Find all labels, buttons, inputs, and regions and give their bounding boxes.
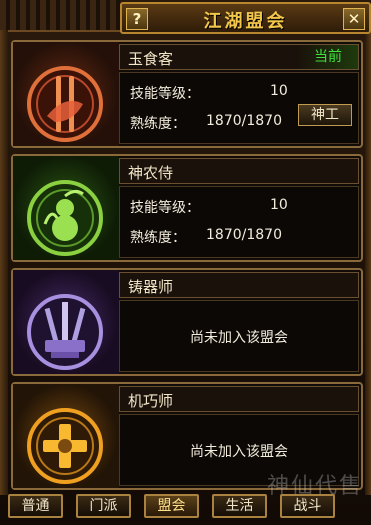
- guild-info-box: 技能等级： 10 熟练度： 1870/1870 神工: [119, 72, 359, 144]
- guild-name: 铸器师: [128, 278, 174, 296]
- right-border: [365, 30, 371, 495]
- guild-name-bar: 玉食客 当前: [119, 44, 359, 70]
- skill-level-row: 技能等级： 10: [130, 83, 288, 103]
- guild-info-box: 技能等级： 10 熟练度： 1870/1870: [119, 186, 359, 258]
- proficiency-value: 1870/1870: [206, 113, 282, 129]
- shengong-button[interactable]: 神工: [298, 104, 352, 126]
- skill-level-row: 技能等级： 10: [130, 197, 288, 217]
- proficiency-value: 1870/1870: [206, 227, 282, 243]
- tab-normal[interactable]: 普通: [8, 494, 63, 518]
- guild-panel-smith[interactable]: 铸器师 尚未加入该盟会: [11, 268, 363, 376]
- close-button[interactable]: ✕: [343, 8, 365, 30]
- forge-weapons-emblem-icon: [27, 294, 103, 370]
- proficiency-row: 熟练度： 1870/1870: [130, 227, 282, 247]
- skill-level-label: 技能等级：: [130, 200, 200, 216]
- guild-panel-herbalist[interactable]: 神农侍 技能等级： 10 熟练度： 1870/1870: [11, 154, 363, 262]
- herb-gourd-emblem-icon: [27, 180, 103, 256]
- tab-life[interactable]: 生活: [212, 494, 267, 518]
- guild-name: 机巧师: [128, 392, 174, 410]
- guild-info-box: 尚未加入该盟会: [119, 300, 359, 372]
- guild-name-bar: 机巧师: [119, 386, 359, 412]
- tab-battle[interactable]: 战斗: [280, 494, 335, 518]
- skill-level-label: 技能等级：: [130, 86, 200, 102]
- emblem-area: [13, 42, 119, 146]
- guild-name: 神农侍: [128, 164, 174, 182]
- left-border: [0, 30, 8, 495]
- tab-sect[interactable]: 门派: [76, 494, 131, 518]
- proficiency-row: 熟练度： 1870/1870: [130, 113, 282, 133]
- guild-panel-chef[interactable]: 玉食客 当前 技能等级： 10 熟练度： 1870/1870 神工: [11, 40, 363, 148]
- proficiency-label: 熟练度：: [130, 116, 186, 132]
- guild-name: 玉食客: [128, 50, 174, 68]
- proficiency-label: 熟练度：: [130, 230, 186, 246]
- help-button[interactable]: ?: [126, 8, 148, 30]
- tab-guild[interactable]: 盟会: [144, 494, 199, 518]
- current-status-badge: 当前: [298, 45, 358, 69]
- bottom-tab-bar: 普通 门派 盟会 生活 战斗: [8, 494, 338, 520]
- not-joined-text: 尚未加入该盟会: [190, 444, 288, 460]
- gear-mechanism-emblem-icon: [27, 408, 103, 484]
- emblem-area: [13, 384, 119, 488]
- window-title: 江湖盟会: [203, 11, 288, 32]
- guild-name-bar: 神农侍: [119, 158, 359, 184]
- skill-level-value: 10: [270, 83, 288, 99]
- not-joined-text: 尚未加入该盟会: [190, 330, 288, 346]
- skill-level-value: 10: [270, 197, 288, 213]
- title-bar: ? 江湖盟会 ✕: [120, 2, 371, 34]
- top-decoration: [0, 0, 120, 32]
- guild-name-bar: 铸器师: [119, 272, 359, 298]
- chef-emblem-icon: [27, 66, 103, 142]
- emblem-area: [13, 270, 119, 374]
- window-frame: ? 江湖盟会 ✕ 玉食客 当前 技能等级： 10 熟练度： 1870/1870 …: [0, 0, 371, 525]
- emblem-area: [13, 156, 119, 260]
